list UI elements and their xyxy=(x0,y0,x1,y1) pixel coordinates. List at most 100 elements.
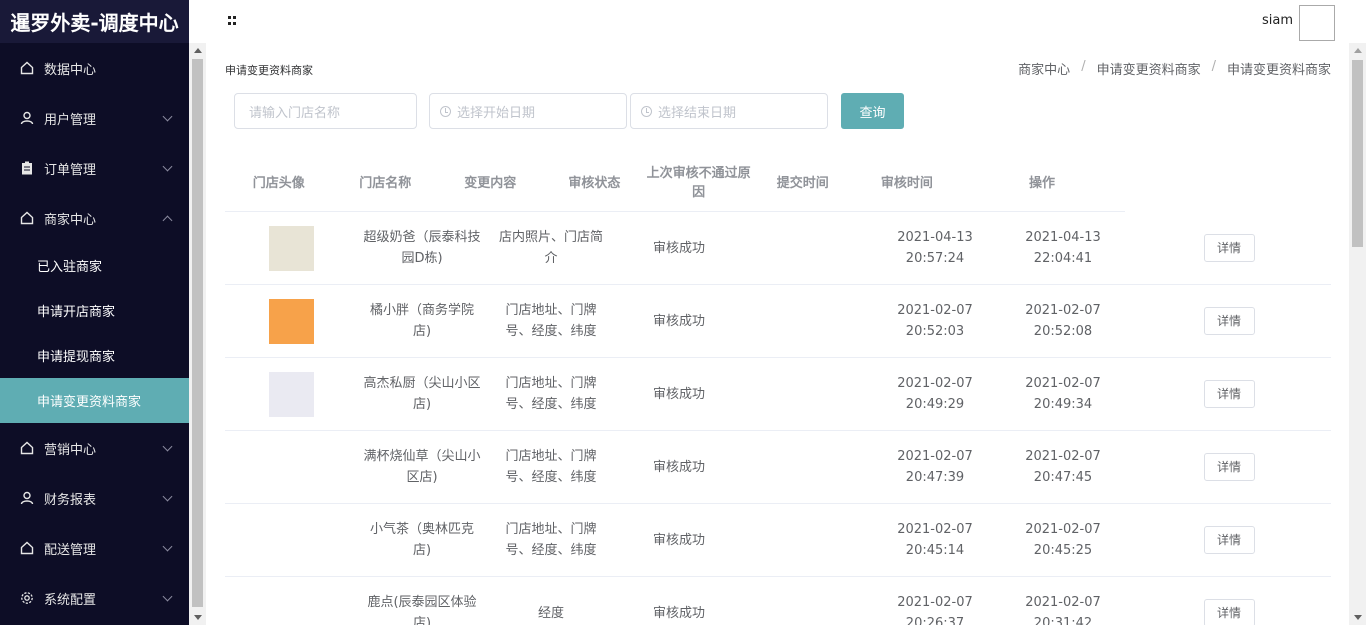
store-avatar-cell xyxy=(225,517,357,563)
sidebar-item-delivery-management[interactable]: 配送管理 xyxy=(0,523,189,573)
sidebar-subitem-withdrawal-applications[interactable]: 申请提现商家 xyxy=(0,333,189,378)
merchant-change-table: 门店头像 门店名称 变更内容 审核状态 上次审核不通过原因 提交时间 审核时间 … xyxy=(225,155,1331,625)
sidebar-menu: 数据中心 用户管理 订单管理 商家中心 已入驻商家 申请开店商家 申请提现商家 … xyxy=(0,43,189,623)
sidebar-item-label: 商家中心 xyxy=(44,212,97,228)
column-header-submit-time: 提交时间 xyxy=(776,175,829,191)
scroll-down-arrow-icon[interactable] xyxy=(1354,615,1362,620)
sidebar-item-label: 用户管理 xyxy=(44,112,97,128)
sidebar-item-financial-reports[interactable]: 财务报表 xyxy=(0,473,189,523)
review-status-cell: 审核成功 xyxy=(652,313,705,329)
store-avatar-cell xyxy=(225,225,357,271)
review-status-cell: 审核成功 xyxy=(652,459,705,475)
column-header-review-time: 审核时间 xyxy=(880,175,933,191)
table-body: 超级奶爸（辰泰科技园D栋) 店内照片、门店简介 审核成功 2021-04-13 20:… xyxy=(225,212,1331,625)
store-avatar-cell xyxy=(225,590,357,625)
user-icon xyxy=(20,111,34,125)
column-header-reject-reason: 上次审核不通过原因 xyxy=(646,166,751,200)
sidebar-subitem-label: 申请变更资料商家 xyxy=(37,395,142,410)
sidebar-item-order-management[interactable]: 订单管理 xyxy=(0,143,189,193)
submit-time-cell: 2021-02-07 20:47:39 xyxy=(897,449,973,485)
review-time-cell: 2021-02-07 20:45:25 xyxy=(1025,522,1101,558)
detail-button[interactable]: 详情 xyxy=(1203,234,1255,262)
sidebar-scrollbar[interactable] xyxy=(189,43,206,625)
avatar[interactable] xyxy=(1299,5,1335,41)
sidebar-item-system-config[interactable]: 系统配置 xyxy=(0,573,189,623)
sidebar-item-merchant-center[interactable]: 商家中心 xyxy=(0,193,189,243)
review-time-cell: 2021-02-07 20:31:42 xyxy=(1025,595,1101,625)
menu-toggle-icon[interactable] xyxy=(228,16,237,25)
breadcrumb-item[interactable]: 申请变更资料商家 xyxy=(1097,59,1201,78)
detail-button[interactable]: 详情 xyxy=(1203,453,1255,481)
store-avatar-cell xyxy=(225,371,357,417)
store-name-input[interactable]: 请输入门店名称 xyxy=(234,93,417,129)
chevron-up-icon xyxy=(162,215,173,226)
start-date-placeholder: 选择开始日期 xyxy=(457,105,536,121)
scroll-down-arrow-icon[interactable] xyxy=(194,615,202,620)
chevron-down-icon xyxy=(162,491,173,502)
table-row: 满杯烧仙草（尖山小区店) 门店地址、门牌号、经度、纬度 审核成功 2021-02-07… xyxy=(225,431,1331,504)
main-scrollbar[interactable] xyxy=(1349,43,1366,625)
actions-cell: 详情 xyxy=(1127,307,1331,335)
breadcrumb-separator: / xyxy=(1081,59,1086,74)
actions-cell: 详情 xyxy=(1127,599,1331,625)
store-name-cell: 鹿点(辰泰园区体验店) xyxy=(367,595,477,625)
store-name-cell: 超级奶爸（辰泰科技园D栋) xyxy=(363,230,481,266)
change-content-cell: 门店地址、门牌号、经度、纬度 xyxy=(505,303,597,339)
sidebar-item-label: 配送管理 xyxy=(44,542,97,558)
table-row: 小气茶（奥林匹克店) 门店地址、门牌号、经度、纬度 审核成功 2021-02-07 2… xyxy=(225,504,1331,577)
detail-button[interactable]: 详情 xyxy=(1203,599,1255,625)
breadcrumb: 商家中心 / 申请变更资料商家 / 申请变更资料商家 xyxy=(1018,59,1331,78)
change-content-cell: 经度 xyxy=(537,605,564,621)
store-name-placeholder: 请输入门店名称 xyxy=(249,105,341,121)
sidebar-item-label: 财务报表 xyxy=(44,492,97,508)
sidebar-subitem-info-change-applications[interactable]: 申请变更资料商家 xyxy=(0,378,189,423)
query-button[interactable]: 查询 xyxy=(841,93,904,129)
actions-cell: 详情 xyxy=(1127,380,1331,408)
store-name-cell: 满杯烧仙草（尖山小区店) xyxy=(363,449,481,485)
sidebar-item-label: 营销中心 xyxy=(44,442,97,458)
start-date-picker[interactable]: 选择开始日期 xyxy=(429,93,627,129)
column-header-review-status: 审核状态 xyxy=(568,175,621,191)
review-time-cell: 2021-04-13 22:04:41 xyxy=(1025,230,1101,266)
home-icon xyxy=(20,61,34,75)
breadcrumb-item[interactable]: 商家中心 xyxy=(1018,59,1070,78)
sidebar-subitem-open-store-applications[interactable]: 申请开店商家 xyxy=(0,288,189,333)
sidebar-item-data-center[interactable]: 数据中心 xyxy=(0,43,189,93)
sidebar-item-label: 数据中心 xyxy=(44,62,97,78)
store-avatar-cell xyxy=(225,298,357,344)
sidebar-subitem-label: 申请提现商家 xyxy=(37,350,116,365)
scrollbar-thumb[interactable] xyxy=(192,59,203,607)
sidebar-item-label: 系统配置 xyxy=(44,592,97,608)
submit-time-cell: 2021-04-13 20:57:24 xyxy=(897,230,973,266)
username[interactable]: siam xyxy=(1262,13,1293,28)
home-icon xyxy=(20,441,34,455)
table-row: 高杰私厨（尖山小区店) 门店地址、门牌号、经度、纬度 审核成功 2021-02-07 … xyxy=(225,358,1331,431)
scroll-up-arrow-icon[interactable] xyxy=(194,48,202,53)
breadcrumb-item: 申请变更资料商家 xyxy=(1226,63,1331,78)
store-logo xyxy=(268,371,314,417)
scroll-up-arrow-icon[interactable] xyxy=(1354,48,1362,53)
column-header-avatar: 门店头像 xyxy=(252,175,305,191)
clipboard-icon xyxy=(20,161,34,175)
home-icon xyxy=(20,211,34,225)
user-icon xyxy=(20,491,34,505)
actions-cell: 详情 xyxy=(1127,453,1331,481)
sidebar-item-user-management[interactable]: 用户管理 xyxy=(0,93,189,143)
change-content-cell: 门店地址、门牌号、经度、纬度 xyxy=(505,522,597,558)
table-row: 鹿点(辰泰园区体验店) 经度 审核成功 2021-02-07 20:26:37 2021… xyxy=(225,577,1331,625)
store-avatar-cell xyxy=(225,444,357,490)
table-row: 橘小胖（商务学院店) 门店地址、门牌号、经度、纬度 审核成功 2021-02-07 2… xyxy=(225,285,1331,358)
gear-icon xyxy=(20,591,34,605)
detail-button[interactable]: 详情 xyxy=(1203,526,1255,554)
submit-time-cell: 2021-02-07 20:45:14 xyxy=(897,522,973,558)
top-header: siam xyxy=(206,0,1366,43)
sidebar-subitem-settled-merchants[interactable]: 已入驻商家 xyxy=(0,243,189,288)
detail-button[interactable]: 详情 xyxy=(1203,380,1255,408)
store-name-cell: 小气茶（奥林匹克店) xyxy=(369,522,474,558)
change-content-cell: 门店地址、门牌号、经度、纬度 xyxy=(505,449,597,485)
end-date-picker[interactable]: 选择结束日期 xyxy=(630,93,828,129)
detail-button[interactable]: 详情 xyxy=(1203,307,1255,335)
sidebar-item-marketing-center[interactable]: 营销中心 xyxy=(0,423,189,473)
scrollbar-thumb[interactable] xyxy=(1352,60,1363,247)
review-time-cell: 2021-02-07 20:47:45 xyxy=(1025,449,1101,485)
